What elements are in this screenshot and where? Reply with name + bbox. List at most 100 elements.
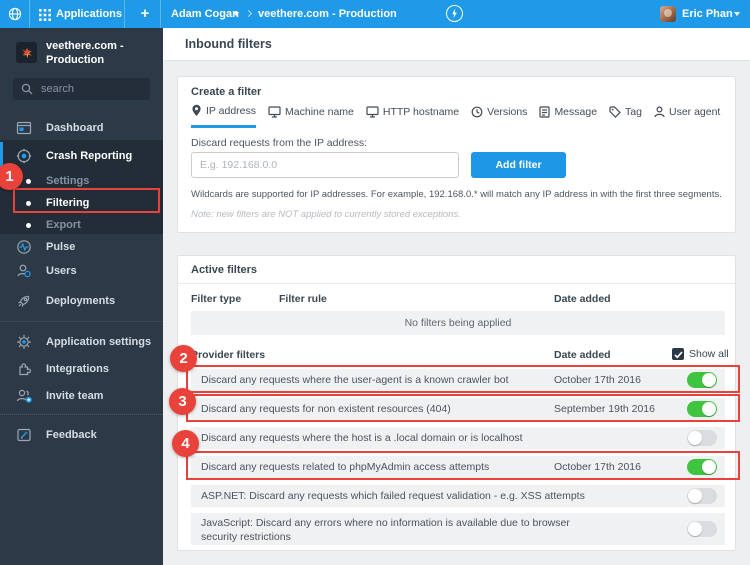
bullet-icon <box>26 179 31 184</box>
filter-row-phpmyadmin: Discard any requests related to phpMyAdm… <box>191 456 725 478</box>
pin-icon <box>191 104 202 117</box>
ip-address-input[interactable] <box>191 152 459 178</box>
column-filter-type: Filter type <box>191 293 241 305</box>
sidebar-divider-dotted <box>0 414 163 415</box>
sidebar-item-crash-reporting[interactable]: Crash Reporting <box>0 144 163 168</box>
toggle-knob <box>702 402 716 416</box>
tab-versions[interactable]: Versions <box>471 104 527 128</box>
column-filter-rule: Filter rule <box>279 293 327 305</box>
apps-grid-icon[interactable] <box>39 8 51 26</box>
toggle-phpmyadmin[interactable] <box>687 459 717 475</box>
feedback-icon <box>16 427 32 443</box>
add-application-button[interactable]: + <box>132 0 158 28</box>
gear-icon <box>16 334 32 350</box>
toggle-crawler-bot[interactable] <box>687 372 717 388</box>
search-icon <box>21 83 33 95</box>
rocket-icon <box>16 293 32 309</box>
sidebar-app-title: veethere.com - Production <box>46 39 154 67</box>
tab-user-agent[interactable]: User agent <box>654 104 720 128</box>
toggle-knob <box>688 489 702 503</box>
create-filter-card: Create a filter IP address Machine name … <box>177 76 736 233</box>
message-icon <box>539 106 550 118</box>
tag-icon <box>609 106 621 118</box>
tab-ip-address[interactable]: IP address <box>191 104 256 128</box>
active-filters-title: Active filters <box>191 264 257 276</box>
toggle-404[interactable] <box>687 401 717 417</box>
check-icon <box>674 351 683 359</box>
tab-machine-name[interactable]: Machine name <box>268 104 354 128</box>
sidebar-item-feedback[interactable]: Feedback <box>0 423 163 447</box>
lightning-icon[interactable] <box>446 5 463 22</box>
search-placeholder: search <box>41 78 74 100</box>
filter-row-local-domain: Discard any requests where the host is a… <box>191 427 725 449</box>
sidebar-item-settings[interactable]: Settings <box>0 169 163 193</box>
account-menu[interactable]: Adam Cogan <box>171 0 239 28</box>
user-menu[interactable]: Eric Phan <box>682 0 733 28</box>
person-icon <box>654 106 665 118</box>
ip-field-label: Discard requests from the IP address: <box>191 137 367 149</box>
filter-row-aspnet: ASP.NET: Discard any requests which fail… <box>191 485 725 507</box>
sidebar-item-integrations[interactable]: Integrations <box>0 357 163 381</box>
filters-note-text: Note: new filters are NOT applied to cur… <box>191 209 461 220</box>
sidebar-item-dashboard[interactable]: Dashboard <box>0 116 163 140</box>
show-all-checkbox[interactable] <box>672 348 684 360</box>
tab-message[interactable]: Message <box>539 104 597 128</box>
top-bar: Applications + Adam Cogan veethere.com -… <box>0 0 750 28</box>
sidebar: ✶ veethere.com - Production search Dashb… <box>0 28 163 565</box>
toggle-knob <box>688 431 702 445</box>
sidebar-item-invite-team[interactable]: Invite team <box>0 384 163 408</box>
column-date-added: Date added <box>554 293 611 305</box>
toggle-local-domain[interactable] <box>687 430 717 446</box>
app-logo: ✶ <box>16 42 37 63</box>
invite-team-icon <box>16 388 32 404</box>
puzzle-icon <box>16 361 32 377</box>
dashboard-icon <box>16 120 32 136</box>
tab-http-hostname[interactable]: HTTP hostname <box>366 104 459 128</box>
topbar-divider <box>124 0 125 28</box>
breadcrumb-chevron-icon <box>245 10 252 17</box>
users-icon <box>16 263 32 279</box>
search-input[interactable]: search <box>13 78 150 100</box>
history-icon <box>471 106 483 118</box>
bullet-icon <box>26 223 31 228</box>
create-filter-title: Create a filter <box>191 86 261 98</box>
applications-menu[interactable]: Applications <box>56 0 122 28</box>
user-caret-icon[interactable] <box>734 12 740 16</box>
topbar-divider <box>29 0 30 28</box>
bullet-icon <box>26 201 31 206</box>
toggle-aspnet[interactable] <box>687 488 717 504</box>
filter-row-404: Discard any requests for non existent re… <box>191 398 725 420</box>
pulse-icon <box>16 239 32 255</box>
breadcrumb-app[interactable]: veethere.com - Production <box>258 0 397 28</box>
no-filters-row: No filters being applied <box>191 311 725 335</box>
account-caret-icon[interactable] <box>233 12 239 16</box>
sidebar-item-deployments[interactable]: Deployments <box>0 289 163 313</box>
globe-icon[interactable] <box>8 7 22 26</box>
page-title: Inbound filters <box>185 28 272 61</box>
crash-reporting-icon <box>16 148 32 164</box>
active-filters-card: Active filters Filter type Filter rule D… <box>177 255 736 551</box>
sidebar-item-users[interactable]: Users <box>0 259 163 283</box>
toggle-knob <box>702 460 716 474</box>
show-all-control[interactable]: Show all <box>672 348 729 360</box>
sidebar-item-application-settings[interactable]: Application settings <box>0 330 163 354</box>
user-avatar[interactable] <box>660 6 676 22</box>
monitor-icon <box>366 106 379 118</box>
filter-row-crawler-bot: Discard any requests where the user-agen… <box>191 369 725 391</box>
monitor-icon <box>268 106 281 118</box>
sidebar-divider <box>0 321 163 322</box>
add-filter-button[interactable]: Add filter <box>471 152 566 178</box>
toggle-knob <box>688 522 702 536</box>
sidebar-item-export[interactable]: Export <box>0 213 163 237</box>
toggle-javascript[interactable] <box>687 521 717 537</box>
toggle-knob <box>702 373 716 387</box>
topbar-divider <box>160 0 161 28</box>
filter-row-javascript: JavaScript: Discard any errors where no … <box>191 513 725 545</box>
card-divider <box>178 283 735 284</box>
filter-type-tabs: IP address Machine name HTTP hostname Ve… <box>191 104 720 128</box>
provider-date-column: Date added <box>554 349 611 361</box>
show-all-label: Show all <box>689 348 729 360</box>
tab-tag[interactable]: Tag <box>609 104 642 128</box>
sidebar-item-filtering[interactable]: Filtering <box>0 191 163 215</box>
sidebar-item-pulse[interactable]: Pulse <box>0 235 163 259</box>
